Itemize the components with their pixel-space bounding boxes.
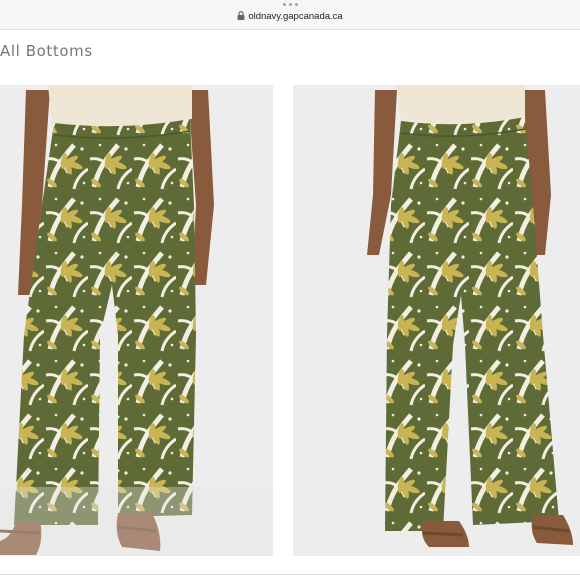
- product-photo-back[interactable]: [293, 85, 580, 556]
- divider: [0, 574, 580, 575]
- url-display[interactable]: oldnavy.gapcanada.ca: [0, 11, 580, 22]
- lock-icon: [237, 11, 245, 20]
- browser-address-bar: oldnavy.gapcanada.ca: [0, 0, 580, 30]
- breadcrumb[interactable]: All Bottoms: [0, 42, 93, 60]
- url-text: oldnavy.gapcanada.ca: [248, 11, 343, 22]
- product-photo-front[interactable]: [0, 85, 273, 556]
- more-dots-icon[interactable]: [283, 3, 298, 6]
